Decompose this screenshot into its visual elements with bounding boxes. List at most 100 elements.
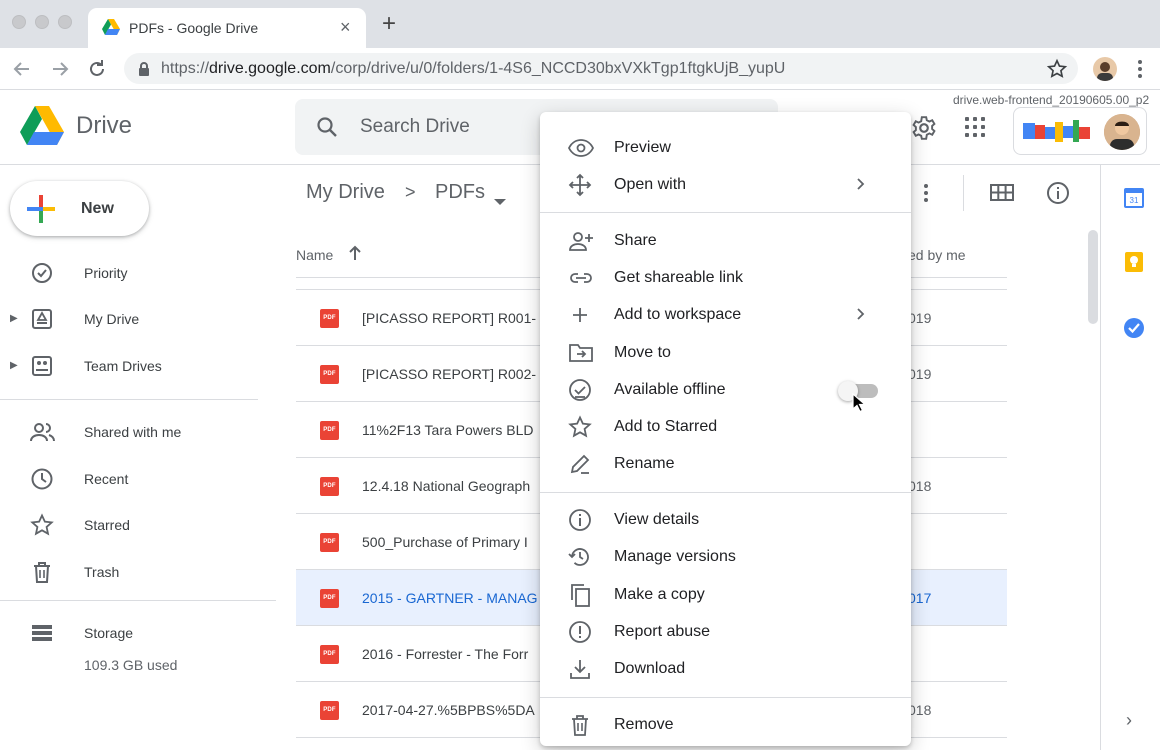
browser-profile-avatar[interactable] <box>1093 57 1117 81</box>
pdf-file-icon: PDF <box>320 645 339 664</box>
menu-item-rename[interactable]: Rename <box>540 445 911 482</box>
forward-arrow-icon[interactable] <box>48 57 72 81</box>
back-arrow-icon[interactable] <box>10 57 34 81</box>
file-modified-date: 018 <box>908 702 932 718</box>
menu-item-label: Preview <box>614 139 671 156</box>
tab-close-icon[interactable]: × <box>340 17 351 37</box>
address-bar[interactable]: https://drive.google.com/corp/drive/u/0/… <box>124 53 1078 84</box>
url-path: /corp/drive/u/0/folders/1-4S6_NCCD30bxVX… <box>330 60 786 77</box>
account-switcher[interactable] <box>1013 107 1147 155</box>
folder-dropdown-icon[interactable] <box>494 190 506 213</box>
calendar-icon[interactable]: 31 <box>1123 187 1145 209</box>
menu-item-make-a-copy[interactable]: Make a copy <box>540 576 911 613</box>
menu-item-share[interactable]: Share <box>540 222 911 259</box>
pencil-icon <box>568 452 592 476</box>
breadcrumb-separator: > <box>405 182 416 202</box>
sort-up-arrow-icon[interactable] <box>348 245 362 266</box>
file-name: 2017-04-27.%5BPBS%5DA <box>362 702 535 718</box>
file-name: [PICASSO REPORT] R002- <box>362 366 537 382</box>
window-close-button[interactable] <box>12 15 26 29</box>
lock-icon <box>137 61 151 82</box>
menu-divider <box>540 492 911 493</box>
menu-item-download[interactable]: Download <box>540 650 911 687</box>
context-menu: Preview Open with Share Get shareable li… <box>540 112 911 746</box>
sidebar-item-priority[interactable]: Priority <box>0 253 270 293</box>
sidebar-item-my-drive[interactable]: ▶ My Drive <box>0 299 270 339</box>
expand-caret-icon[interactable]: ▶ <box>10 360 18 371</box>
sidebar-divider <box>0 600 276 601</box>
info-icon[interactable] <box>1046 181 1070 210</box>
browser-tab-bar: PDFs - Google Drive × + <box>0 0 1160 48</box>
sidebar-item-storage[interactable]: Storage <box>0 613 270 653</box>
file-name: 2016 - Forrester - The Forr <box>362 646 529 662</box>
menu-item-label: Available offline <box>614 381 726 398</box>
gear-icon[interactable] <box>911 115 937 146</box>
breadcrumb-current-folder[interactable]: PDFs <box>435 181 485 204</box>
expand-panel-chevron-icon[interactable]: › <box>1126 710 1132 731</box>
menu-item-get-shareable-link[interactable]: Get shareable link <box>540 259 911 296</box>
sidebar-item-shared-with-me[interactable]: Shared with me <box>0 412 270 452</box>
menu-item-move-to[interactable]: Move to <box>540 334 911 371</box>
apps-grid-icon[interactable] <box>965 117 985 137</box>
sidebar-item-label: Trash <box>84 564 120 580</box>
trash-icon <box>30 560 54 584</box>
browser-menu-icon[interactable] <box>1134 58 1146 80</box>
storage-used-text: 109.3 GB used <box>84 657 178 673</box>
file-name: 500_Purchase of Primary I <box>362 534 528 550</box>
sidebar-item-starred[interactable]: Starred <box>0 505 270 545</box>
new-button[interactable]: New <box>10 181 149 236</box>
expand-caret-icon[interactable]: ▶ <box>10 313 18 324</box>
url-host: drive.google.com <box>209 60 331 77</box>
browser-tab[interactable]: PDFs - Google Drive × <box>88 8 366 48</box>
column-header-last-modified[interactable]: ed by me <box>908 247 966 263</box>
google-logo-icon <box>1023 118 1091 151</box>
file-modified-date: 019 <box>908 366 932 382</box>
download-icon <box>568 657 592 681</box>
menu-item-label: Manage versions <box>614 548 736 565</box>
eye-icon <box>567 136 595 160</box>
menu-item-label: Make a copy <box>614 586 705 603</box>
plus-multicolor-icon <box>27 195 55 228</box>
priority-icon <box>30 261 54 285</box>
menu-item-label: Open with <box>614 176 687 193</box>
more-actions-icon[interactable] <box>918 182 934 204</box>
menu-item-label: Add to workspace <box>614 306 742 323</box>
app-title[interactable]: Drive <box>76 112 132 140</box>
menu-item-add-to-workspace[interactable]: Add to workspace <box>540 296 911 333</box>
sidebar-item-team-drives[interactable]: ▶ Team Drives <box>0 346 270 386</box>
sidebar-item-label: Priority <box>84 265 128 281</box>
window-minimize-button[interactable] <box>35 15 49 29</box>
new-button-label: New <box>81 200 114 217</box>
url-text: https://drive.google.com/corp/drive/u/0/… <box>161 60 785 78</box>
menu-item-manage-versions[interactable]: Manage versions <box>540 538 911 575</box>
drive-logo-icon[interactable] <box>20 106 64 151</box>
tasks-icon[interactable] <box>1123 317 1145 339</box>
link-icon <box>568 266 592 290</box>
menu-item-open-with[interactable]: Open with <box>540 166 911 203</box>
add-person-icon <box>568 229 593 253</box>
scrollbar-thumb[interactable] <box>1088 230 1098 324</box>
column-header-name[interactable]: Name <box>296 247 333 263</box>
keep-icon[interactable] <box>1123 251 1145 273</box>
new-tab-button[interactable]: + <box>382 12 396 36</box>
menu-item-remove[interactable]: Remove <box>540 706 911 743</box>
sidebar-item-trash[interactable]: Trash <box>0 552 270 592</box>
grid-view-icon[interactable] <box>990 182 1014 209</box>
sidebar-item-label: Shared with me <box>84 424 182 440</box>
sidebar-item-recent[interactable]: Recent <box>0 459 270 499</box>
menu-item-view-details[interactable]: View details <box>540 501 911 538</box>
menu-item-label: Get shareable link <box>614 269 743 286</box>
move-arrows-icon <box>568 173 592 197</box>
menu-item-preview[interactable]: Preview <box>540 129 911 166</box>
breadcrumb-my-drive[interactable]: My Drive <box>306 181 385 204</box>
avatar[interactable] <box>1104 114 1140 150</box>
my-drive-icon <box>30 307 54 331</box>
search-icon[interactable] <box>315 115 339 144</box>
bookmark-star-icon[interactable] <box>1046 58 1068 85</box>
window-zoom-button[interactable] <box>58 15 72 29</box>
mouse-pointer-icon <box>852 392 867 418</box>
file-name: [PICASSO REPORT] R001- <box>362 310 537 326</box>
file-name: 12.4.18 National Geograph <box>362 478 531 494</box>
reload-icon[interactable] <box>85 57 109 81</box>
menu-item-report-abuse[interactable]: Report abuse <box>540 613 911 650</box>
